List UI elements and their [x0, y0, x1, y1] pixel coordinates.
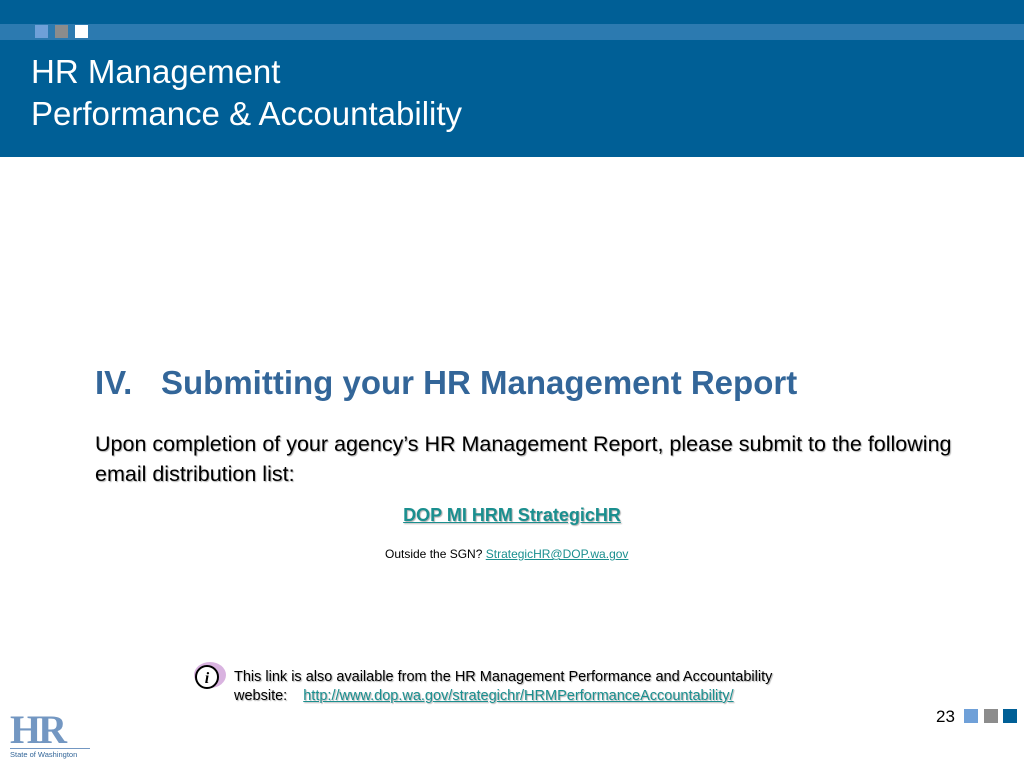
slide-title: HR Management Performance & Accountabili… [31, 51, 462, 135]
section-heading-text: Submitting your HR Management Report [161, 364, 798, 401]
logo-subtitle: State of Washington [10, 748, 90, 760]
header-square-3 [75, 25, 88, 38]
footer-square-3 [1003, 709, 1017, 723]
email-link[interactable]: StrategicHR@DOP.wa.gov [486, 547, 629, 561]
distribution-list-link[interactable]: DOP MI HRM StrategicHR [403, 505, 621, 525]
page-number: 23 [936, 707, 955, 726]
section-number: IV. [95, 364, 133, 401]
info-note: This link is also available from the HR … [234, 668, 772, 706]
header-stripe [0, 24, 1024, 40]
footer-square-1 [964, 709, 978, 723]
header-square-1 [35, 25, 48, 38]
section-heading: IV. Submitting your HR Management Report [95, 364, 797, 402]
hr-logo: HR State of Washington [10, 707, 90, 760]
website-label: website: [234, 688, 288, 704]
outside-sgn-line: Outside the SGN? StrategicHR@DOP.wa.gov [385, 547, 628, 561]
slide-title-line-1: HR Management [31, 53, 281, 90]
logo-mark: HR [10, 707, 67, 752]
slide-title-line-2: Performance & Accountability [31, 95, 463, 132]
header-bar: HR Management Performance & Accountabili… [0, 0, 1024, 157]
info-icon: i [189, 660, 227, 692]
info-note-line-1: This link is also available from the HR … [234, 669, 773, 685]
outside-sgn-label: Outside the SGN? [385, 547, 483, 561]
footer-square-2 [984, 709, 998, 723]
info-note-line-2: website: http://www.dop.wa.gov/strategic… [234, 687, 772, 706]
header-square-2 [55, 25, 68, 38]
svg-text:i: i [205, 670, 210, 687]
website-link[interactable]: http://www.dop.wa.gov/strategichr/HRMPer… [303, 688, 733, 704]
body-paragraph: Upon completion of your agency’s HR Mana… [95, 432, 952, 486]
distribution-list-container: DOP MI HRM StrategicHR [0, 505, 1024, 526]
